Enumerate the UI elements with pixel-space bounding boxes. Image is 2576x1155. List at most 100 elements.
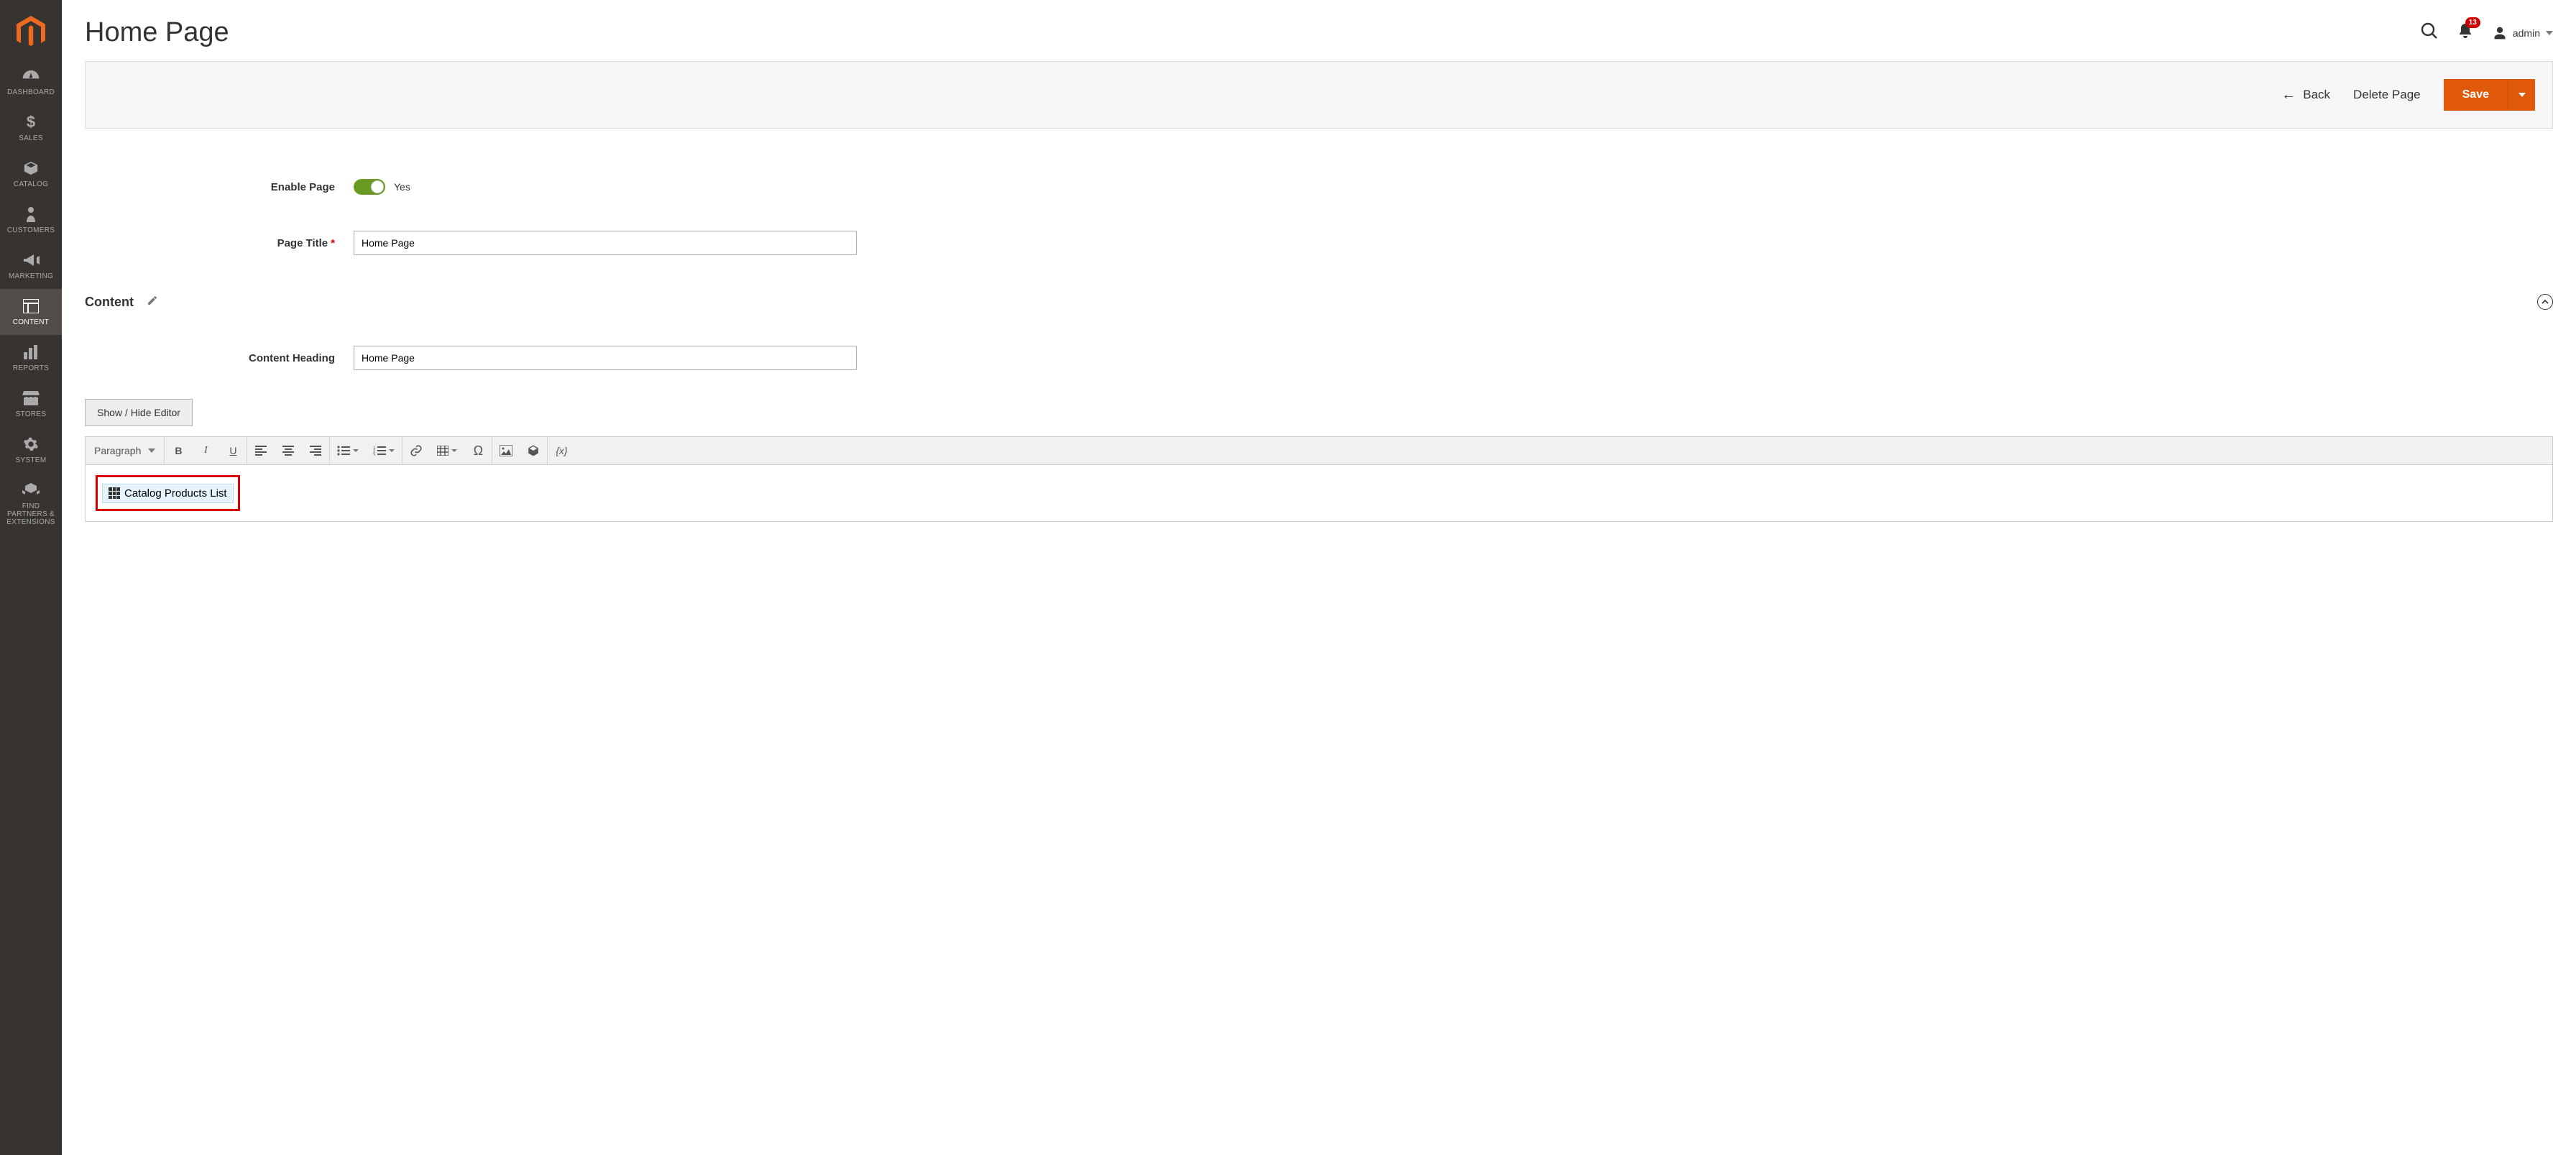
sidebar-item-marketing[interactable]: MARKETING (0, 243, 62, 289)
sidebar-item-content[interactable]: CONTENT (0, 289, 62, 335)
box-icon (23, 160, 39, 177)
sidebar-label: CATALOG (14, 180, 48, 188)
insert-image-button[interactable] (492, 437, 520, 464)
sidebar-item-system[interactable]: SYSTEM (0, 427, 62, 473)
layout-icon (23, 298, 39, 315)
underline-button[interactable]: U (219, 437, 247, 464)
page-title: Home Page (85, 17, 229, 48)
sidebar-label: STORES (16, 410, 47, 418)
svg-text:$: $ (27, 114, 35, 130)
page-title-label: Page Title* (85, 237, 335, 249)
chevron-down-icon (148, 448, 155, 453)
chevron-down-icon (353, 449, 359, 452)
svg-text:3: 3 (373, 454, 376, 456)
chevron-down-icon (2546, 31, 2553, 35)
page-title-row: Page Title* (85, 224, 2553, 262)
action-bar: ← Back Delete Page Save (85, 61, 2553, 129)
dollar-icon: $ (26, 114, 36, 131)
italic-icon: I (204, 445, 208, 456)
link-icon (410, 444, 423, 457)
sidebar-item-customers[interactable]: CUSTOMERS (0, 197, 62, 243)
toggle-editor-button[interactable]: Show / Hide Editor (85, 399, 193, 426)
save-button-group: Save (2444, 79, 2535, 111)
sidebar-item-sales[interactable]: $ SALES (0, 105, 62, 151)
pencil-icon (147, 295, 158, 310)
bold-button[interactable]: B (165, 437, 192, 464)
special-char-button[interactable]: Ω (464, 437, 492, 464)
sidebar-label: CUSTOMERS (7, 226, 55, 234)
block-format-select[interactable]: Paragraph (86, 445, 164, 456)
block-format-value: Paragraph (94, 445, 141, 456)
omega-icon: Ω (474, 443, 483, 459)
align-left-icon (255, 446, 267, 456)
magento-logo[interactable] (16, 16, 46, 49)
back-label: Back (2303, 88, 2330, 102)
admin-sidebar: DASHBOARD $ SALES CATALOG CUSTOMERS MARK… (0, 0, 62, 1155)
page-title-input[interactable] (354, 231, 857, 255)
page-content: Home Page 13 admin ← Back Delete Page Sa… (62, 0, 2576, 551)
chevron-down-icon (389, 449, 395, 452)
sidebar-item-extensions[interactable]: FIND PARTNERS & EXTENSIONS (0, 473, 62, 535)
insert-widget-button[interactable] (520, 437, 547, 464)
sidebar-item-dashboard[interactable]: DASHBOARD (0, 59, 62, 105)
align-right-button[interactable] (302, 437, 329, 464)
notifications-button[interactable]: 13 (2457, 22, 2474, 43)
enable-page-label: Enable Page (85, 181, 335, 193)
delete-page-button[interactable]: Delete Page (2353, 88, 2421, 102)
insert-table-button[interactable] (430, 437, 464, 464)
content-section-header[interactable]: Content (85, 262, 2553, 314)
user-icon (2493, 26, 2507, 40)
username: admin (2513, 27, 2540, 39)
align-right-icon (310, 446, 321, 456)
insert-link-button[interactable] (402, 437, 430, 464)
notification-badge: 13 (2465, 17, 2480, 28)
insert-variable-button[interactable]: {x} (548, 437, 575, 464)
save-button[interactable]: Save (2444, 79, 2508, 111)
form-body: Enable Page Yes Page Title* Content (85, 129, 2553, 522)
back-button[interactable]: ← Back (2281, 87, 2330, 103)
arrow-left-icon: ← (2281, 87, 2296, 103)
enable-page-row: Enable Page Yes (85, 172, 2553, 202)
bar-chart-icon (23, 344, 39, 361)
megaphone-icon (22, 252, 40, 269)
toggle-knob (371, 180, 384, 193)
image-icon (500, 445, 512, 456)
sidebar-label: REPORTS (13, 364, 49, 372)
sidebar-label: SALES (19, 134, 43, 142)
align-left-button[interactable] (247, 437, 275, 464)
search-icon (2421, 22, 2438, 40)
sidebar-item-catalog[interactable]: CATALOG (0, 151, 62, 197)
sidebar-item-reports[interactable]: REPORTS (0, 335, 62, 381)
required-marker: * (331, 237, 335, 249)
widget-chip-catalog-products[interactable]: Catalog Products List (102, 484, 234, 503)
align-center-icon (282, 446, 294, 456)
numbered-list-button[interactable]: 123 (366, 437, 402, 464)
sidebar-label: CONTENT (13, 318, 49, 326)
save-dropdown-button[interactable] (2508, 79, 2535, 111)
dashboard-icon (22, 68, 40, 85)
table-icon (437, 446, 448, 456)
bullet-list-button[interactable] (330, 437, 366, 464)
content-heading-label: Content Heading (85, 352, 335, 364)
search-button[interactable] (2421, 22, 2438, 43)
gear-icon (23, 436, 39, 453)
page-header: Home Page 13 admin (85, 0, 2553, 61)
widget-chip-label: Catalog Products List (124, 487, 227, 500)
enable-page-toggle[interactable] (354, 179, 385, 195)
user-menu[interactable]: admin (2493, 26, 2553, 40)
italic-button[interactable]: I (192, 437, 219, 464)
store-icon (22, 390, 40, 407)
content-heading-input[interactable] (354, 346, 857, 370)
variable-icon: {x} (556, 445, 567, 456)
wysiwyg-editor-body[interactable]: Catalog Products List (85, 464, 2553, 522)
chevron-down-icon (2518, 93, 2526, 97)
bullet-list-icon (337, 446, 350, 456)
sidebar-item-stores[interactable]: STORES (0, 381, 62, 427)
enable-page-value: Yes (394, 181, 410, 193)
collapse-section-button[interactable] (2537, 294, 2553, 310)
widget-icon (527, 444, 540, 457)
content-heading-row: Content Heading (85, 339, 2553, 377)
align-center-button[interactable] (275, 437, 302, 464)
chevron-down-icon (451, 449, 457, 452)
person-icon (25, 206, 37, 223)
